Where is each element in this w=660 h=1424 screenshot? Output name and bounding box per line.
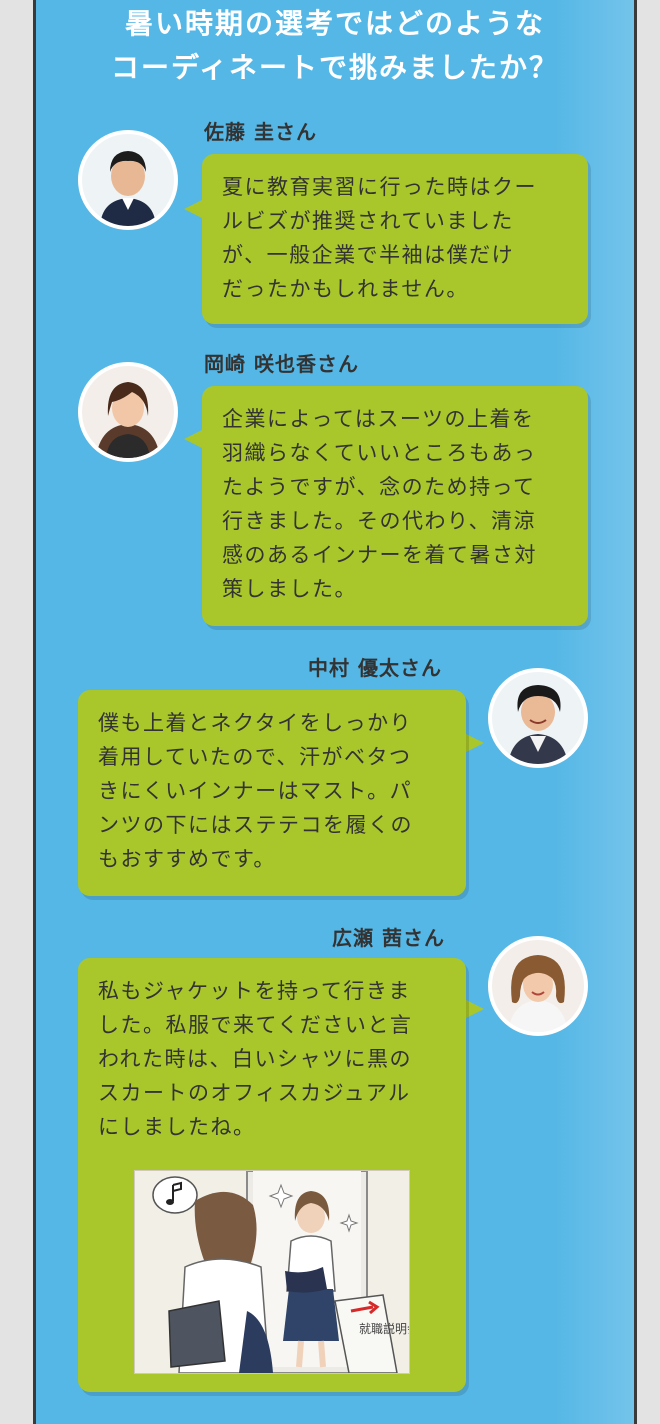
bubble-line: 夏に教育実習に行った時はクー — [222, 175, 537, 199]
bubble-tail — [184, 430, 202, 448]
bubble-line: われた時は、白いシャツに黒の — [98, 1047, 412, 1071]
bubble-line: たようですが、念のため持って — [222, 475, 536, 499]
page-title: 暑い時期の選考ではどのような コーディネートで挑みましたか？ — [36, 2, 634, 90]
qa-panel: 暑い時期の選考ではどのような コーディネートで挑みましたか？ 佐藤 圭さん 夏に… — [33, 0, 637, 1424]
bubble-line: だったかもしれません。 — [222, 277, 469, 301]
bubble-line: ンツの下にはステテコを履くの — [98, 813, 413, 837]
avatar-okazaki — [78, 362, 178, 462]
bubble-tail — [466, 734, 484, 752]
speaker-name-sato: 佐藤 圭さん — [204, 120, 317, 144]
bubble-line: にしましたね。 — [98, 1115, 256, 1139]
bubble-line: きにくいインナーはマスト。パ — [98, 779, 413, 803]
speech-bubble-nakamura: 僕も上着とネクタイをしっかり 着用していたので、汗がベタつ きにくいインナーはマ… — [78, 690, 466, 896]
person-portrait-icon — [82, 134, 174, 226]
bubble-line: 僕も上着とネクタイをしっかり — [98, 711, 413, 735]
person-portrait-icon — [82, 366, 174, 458]
bubble-line: ルビズが推奨されていました — [222, 209, 514, 233]
bubble-line: もおすすめです。 — [98, 847, 276, 871]
avatar-hirose — [488, 936, 588, 1036]
speaker-name-nakamura: 中村 優太さん — [308, 656, 442, 680]
bubble-tail — [466, 1000, 484, 1018]
bubble-line: 企業によってはスーツの上着を — [222, 407, 535, 431]
sign-text: 就職説明会場 — [359, 1321, 409, 1336]
bubble-line: 行きました。その代わり、清涼 — [222, 509, 537, 533]
illustration-mirror-check: 就職説明会場 — [134, 1170, 410, 1374]
bubble-line: スカートのオフィスカジュアル — [98, 1081, 411, 1105]
avatar-sato — [78, 130, 178, 230]
speech-bubble-sato: 夏に教育実習に行った時はクー ルビズが推奨されていました が、一般企業で半袖は僕… — [202, 154, 588, 324]
bubble-tail — [184, 200, 202, 218]
speaker-name-okazaki: 岡崎 咲也香さん — [204, 352, 359, 376]
bubble-line: 感のあるインナーを着て暑さ対 — [222, 543, 537, 567]
title-line-1: 暑い時期の選考ではどのような — [124, 7, 545, 40]
bubble-line: した。私服で来てくださいと言 — [98, 1013, 413, 1037]
avatar-nakamura — [488, 668, 588, 768]
bubble-line: 私もジャケットを持って行きま — [98, 979, 411, 1003]
woman-mirror-illustration: 就職説明会場 — [135, 1171, 409, 1373]
bubble-line: 策しました。 — [222, 577, 357, 601]
bubble-line: 着用していたので、汗がベタつ — [98, 745, 412, 769]
bubble-line: が、一般企業で半袖は僕だけ — [222, 243, 515, 267]
bubble-line: 羽織らなくていいところもあっ — [222, 441, 537, 465]
title-line-2: コーディネートで挑みましたか？ — [110, 51, 560, 84]
speech-bubble-okazaki: 企業によってはスーツの上着を 羽織らなくていいところもあっ たようですが、念のた… — [202, 386, 588, 626]
person-portrait-icon — [492, 672, 584, 764]
speaker-name-hirose: 広瀬 茜さん — [332, 926, 445, 950]
person-portrait-icon — [492, 940, 584, 1032]
